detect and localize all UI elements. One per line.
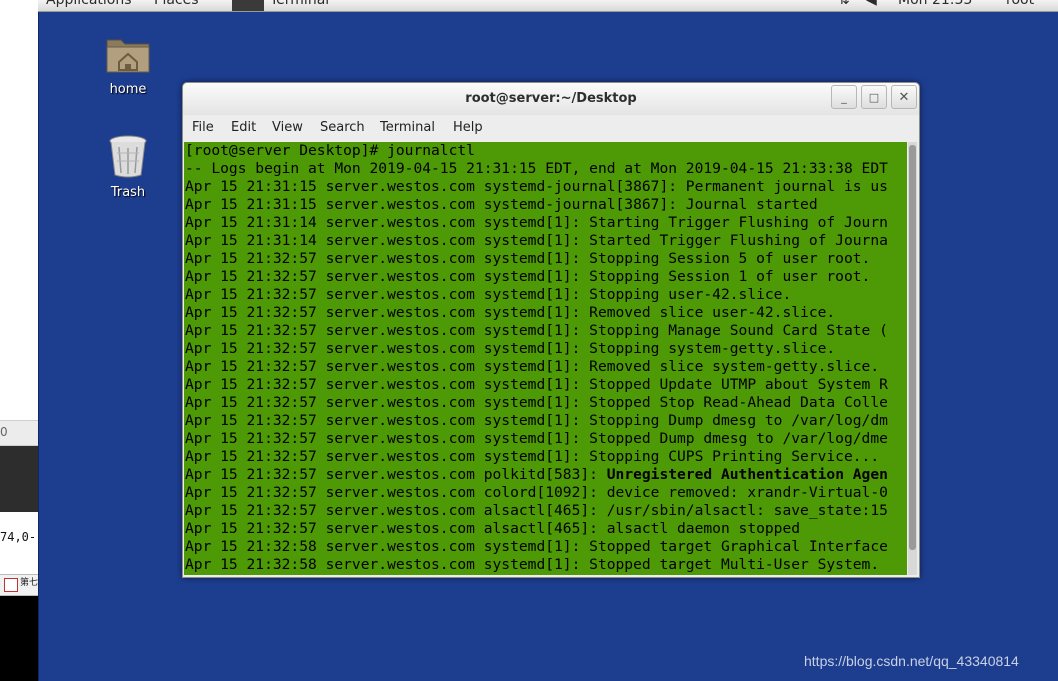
terminal-line: Apr 15 21:32:57 server.westos.com alsact… xyxy=(185,520,801,537)
watermark-url: https://blog.csdn.net/qq_43340814 xyxy=(804,653,1019,669)
scrollbar[interactable] xyxy=(908,142,917,575)
terminal-line: Apr 15 21:32:57 server.westos.com system… xyxy=(185,412,888,429)
taskbar-tab[interactable]: 第七 xyxy=(0,574,38,596)
user-menu[interactable]: root xyxy=(1006,0,1034,8)
terminal-line: Apr 15 21:32:57 server.westos.com system… xyxy=(185,448,880,465)
terminal-line-prefix: Apr 15 21:32:57 server.westos.com polkit… xyxy=(185,466,607,483)
terminal-line: Apr 15 21:32:58 server.westos.com system… xyxy=(185,538,888,555)
terminal-output[interactable]: [root@server Desktop]# journalctl -- Logs… xyxy=(184,142,907,575)
terminal-line: Apr 15 21:32:57 server.westos.com alsact… xyxy=(185,502,888,519)
window-title: root@server:~/Desktop xyxy=(465,91,637,106)
terminal-line: Apr 15 21:32:57 server.westos.com polkit… xyxy=(184,466,907,484)
black-panel xyxy=(0,596,38,681)
top-panel: Applications Places Terminal ⇅ ◀ Mon 21:… xyxy=(38,0,1058,12)
terminal-line: Apr 15 21:31:14 server.westos.com system… xyxy=(185,214,888,231)
terminal-line: Apr 15 21:32:57 server.westos.com system… xyxy=(185,394,888,411)
places-menu[interactable]: Places xyxy=(154,0,199,8)
scrollbar-thumb[interactable] xyxy=(909,145,916,550)
window-titlebar[interactable]: root@server:~/Desktop _ □ ✕ xyxy=(183,83,919,115)
terminal-line: Apr 15 21:31:15 server.westos.com system… xyxy=(185,178,888,195)
terminal-line-bold: Unregistered Authentication Agen xyxy=(606,466,888,483)
terminal-line: Apr 15 21:32:57 server.westos.com colord… xyxy=(185,484,888,501)
terminal-line: -- Logs begin at Mon 2019-04-15 21:31:15… xyxy=(185,160,888,177)
background-window-strip: 0 74,0- 第七 xyxy=(0,0,38,681)
folder-home-icon xyxy=(106,39,150,73)
document-icon xyxy=(4,578,18,592)
terminal-icon xyxy=(232,0,264,11)
terminal-line: Apr 15 21:32:57 server.westos.com system… xyxy=(185,430,888,447)
terminal-line: Apr 15 21:32:57 server.westos.com system… xyxy=(185,268,871,285)
menu-search[interactable]: Search xyxy=(320,120,365,135)
minimize-button[interactable]: _ xyxy=(831,85,857,109)
ruler-bar: 0 xyxy=(0,420,38,446)
menu-help[interactable]: Help xyxy=(453,120,483,135)
desktop-edge xyxy=(38,0,39,681)
terminal-line: Apr 15 21:32:58 server.westos.com system… xyxy=(185,556,880,573)
terminal-line: Apr 15 21:31:14 server.westos.com system… xyxy=(185,232,888,249)
terminal-line: Apr 15 21:32:57 server.westos.com system… xyxy=(185,340,836,357)
taskbar-tab-label: 第七 xyxy=(20,578,39,588)
terminal-line: Apr 15 21:31:15 server.westos.com system… xyxy=(185,196,818,213)
terminal-line: [root@server Desktop]# journalctl xyxy=(185,142,475,159)
ruler-value: 0 xyxy=(0,425,8,439)
menu-view[interactable]: View xyxy=(272,120,303,135)
close-button[interactable]: ✕ xyxy=(891,85,917,109)
applications-menu[interactable]: Applications xyxy=(46,0,132,8)
menu-terminal[interactable]: Terminal xyxy=(380,120,435,135)
task-label: Terminal xyxy=(270,0,330,8)
maximize-button[interactable]: □ xyxy=(861,85,887,109)
menu-edit[interactable]: Edit xyxy=(231,120,256,135)
clock[interactable]: Mon 21:33 xyxy=(898,0,972,8)
desktop-icon-home[interactable]: home xyxy=(88,34,168,97)
dark-panel xyxy=(0,446,38,512)
cursor-position: 74,0- xyxy=(0,530,37,544)
terminal-window: root@server:~/Desktop _ □ ✕ File Edit Vi… xyxy=(182,82,920,578)
network-icon[interactable]: ⇅ xyxy=(838,0,850,8)
terminal-line: Apr 15 21:32:57 server.westos.com system… xyxy=(185,286,792,303)
trash-icon xyxy=(109,135,147,178)
desktop-icon-trash[interactable]: Trash xyxy=(88,133,168,200)
menu-bar: File Edit View Search Terminal Help xyxy=(183,117,919,141)
terminal-task-button[interactable]: Terminal xyxy=(232,0,382,11)
desktop-icon-label: home xyxy=(109,82,147,97)
terminal-line: Apr 15 21:32:57 server.westos.com system… xyxy=(185,304,836,321)
terminal-line: Apr 15 21:32:57 server.westos.com system… xyxy=(185,358,880,375)
terminal-line: Apr 15 21:32:57 server.westos.com system… xyxy=(185,376,888,393)
terminal-line: Apr 15 21:32:57 server.westos.com system… xyxy=(185,322,888,339)
terminal-line: Apr 15 21:32:57 server.westos.com system… xyxy=(185,250,871,267)
volume-icon[interactable]: ◀ xyxy=(866,0,877,8)
desktop-icon-label: Trash xyxy=(110,185,146,200)
menu-file[interactable]: File xyxy=(192,120,214,135)
